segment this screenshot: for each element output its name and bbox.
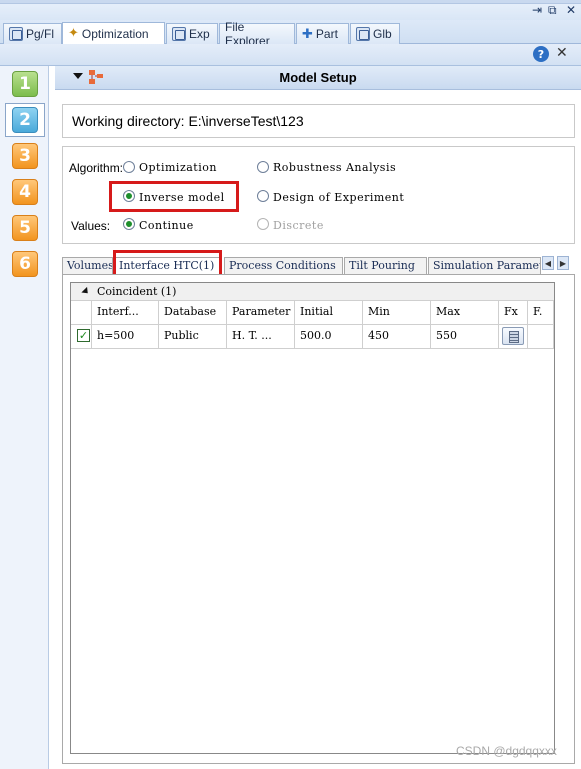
step-5-button[interactable]: 5	[12, 215, 38, 241]
window-close-icon[interactable]: ✕	[566, 3, 576, 17]
wand-icon: ✦	[68, 26, 79, 41]
table-cell-interface[interactable]: h=500	[92, 325, 159, 349]
model-setup-icon	[89, 70, 103, 84]
column-header-interface[interactable]: Interf...	[92, 301, 159, 325]
table-cell-parameter[interactable]: H. T. ...	[227, 325, 295, 349]
tab-label: Exp	[189, 27, 210, 41]
step-sidebar	[0, 66, 49, 769]
working-directory-text: Working directory: E:\inverseTest\123	[72, 113, 304, 129]
column-header-database[interactable]: Database	[159, 301, 227, 325]
model-setup-header: Model Setup	[55, 66, 581, 90]
option-discrete-label: Discrete	[273, 219, 324, 232]
radio-optimization[interactable]	[123, 161, 135, 173]
step-3-button[interactable]: 3	[12, 143, 38, 169]
tab-pgfl[interactable]: Pg/Fl	[3, 23, 62, 44]
close-icon[interactable]: ✕	[556, 45, 568, 61]
collapse-arrow-icon[interactable]	[73, 73, 83, 79]
step-4-button[interactable]: 4	[12, 179, 38, 205]
column-header-f[interactable]: F.	[528, 301, 554, 325]
radio-robustness-analysis[interactable]	[257, 161, 269, 173]
pin-icon[interactable]: ⇥	[532, 3, 542, 17]
option-continue-label: Continue	[139, 219, 194, 232]
table-cell-max[interactable]: 550	[431, 325, 499, 349]
step-6-button[interactable]: 6	[12, 251, 38, 277]
working-directory-box: Working directory: E:\inverseTest\123	[62, 104, 575, 138]
column-header-initial[interactable]: Initial	[295, 301, 363, 325]
step-1-button[interactable]: 1	[12, 71, 38, 97]
table-cell-f	[528, 325, 554, 349]
row-checkbox[interactable]: ✓	[77, 329, 90, 342]
tab-file-explorer[interactable]: File Explorer	[219, 20, 295, 48]
option-inverse-model-label: Inverse model	[139, 191, 225, 204]
tab-optimization[interactable]: ✦ Optimization	[62, 22, 165, 44]
exp-icon	[172, 27, 186, 41]
restore-icon[interactable]: ⧉	[548, 3, 557, 18]
option-optimization-label: Optimization	[139, 161, 217, 174]
option-doe-label: Design of Experiment	[273, 191, 405, 204]
pgfl-icon	[9, 27, 23, 41]
algorithm-label: Algorithm:	[69, 161, 124, 175]
column-header-fx[interactable]: Fx	[499, 301, 528, 325]
tab-simulation-parameters[interactable]: Simulation Paramet	[428, 257, 541, 274]
column-header-parameter[interactable]: Parameter	[227, 301, 295, 325]
radio-continue[interactable]	[123, 218, 135, 230]
radio-inverse-model[interactable]	[123, 190, 135, 202]
tabs-scroll-right-icon[interactable]: ▶	[557, 256, 569, 270]
column-header-select	[71, 301, 92, 325]
radio-design-of-experiment[interactable]	[257, 190, 269, 202]
tab-tilt-pouring[interactable]: Tilt Pouring	[344, 257, 427, 274]
calculator-icon[interactable]	[502, 327, 524, 345]
radio-discrete	[257, 218, 269, 230]
tab-exp[interactable]: Exp	[166, 23, 218, 44]
help-icon[interactable]: ?	[533, 46, 549, 62]
group-row-coincident[interactable]: Coincident (1)	[71, 283, 554, 301]
panel-toolbar	[0, 44, 581, 66]
tab-label: Pg/Fl	[26, 27, 55, 41]
glb-icon	[356, 27, 370, 41]
tabs-scroll-left-icon[interactable]: ◀	[542, 256, 554, 270]
step-2-button[interactable]: 2	[12, 107, 38, 133]
highlight-interface-htc	[113, 250, 222, 277]
option-robustness-label: Robustness Analysis	[273, 161, 397, 174]
watermark: CSDN @dgdqqxxx	[456, 744, 557, 758]
tab-process-conditions[interactable]: Process Conditions	[224, 257, 343, 274]
puzzle-icon: ✚	[302, 26, 313, 42]
tab-label: Glb	[373, 27, 392, 41]
tab-part[interactable]: ✚ Part	[296, 23, 349, 44]
tab-label: Optimization	[81, 26, 149, 41]
tab-glb[interactable]: Glb	[350, 23, 400, 44]
window-top-line	[0, 0, 581, 4]
column-header-min[interactable]: Min	[363, 301, 431, 325]
tab-volumes[interactable]: Volumes	[62, 257, 113, 274]
parameter-grid	[70, 282, 555, 754]
table-cell-database[interactable]: Public	[159, 325, 227, 349]
values-label: Values:	[71, 219, 111, 233]
column-header-max[interactable]: Max	[431, 301, 499, 325]
tab-label: Part	[315, 27, 338, 41]
table-cell-initial[interactable]: 500.0	[295, 325, 363, 349]
table-cell-min[interactable]: 450	[363, 325, 431, 349]
